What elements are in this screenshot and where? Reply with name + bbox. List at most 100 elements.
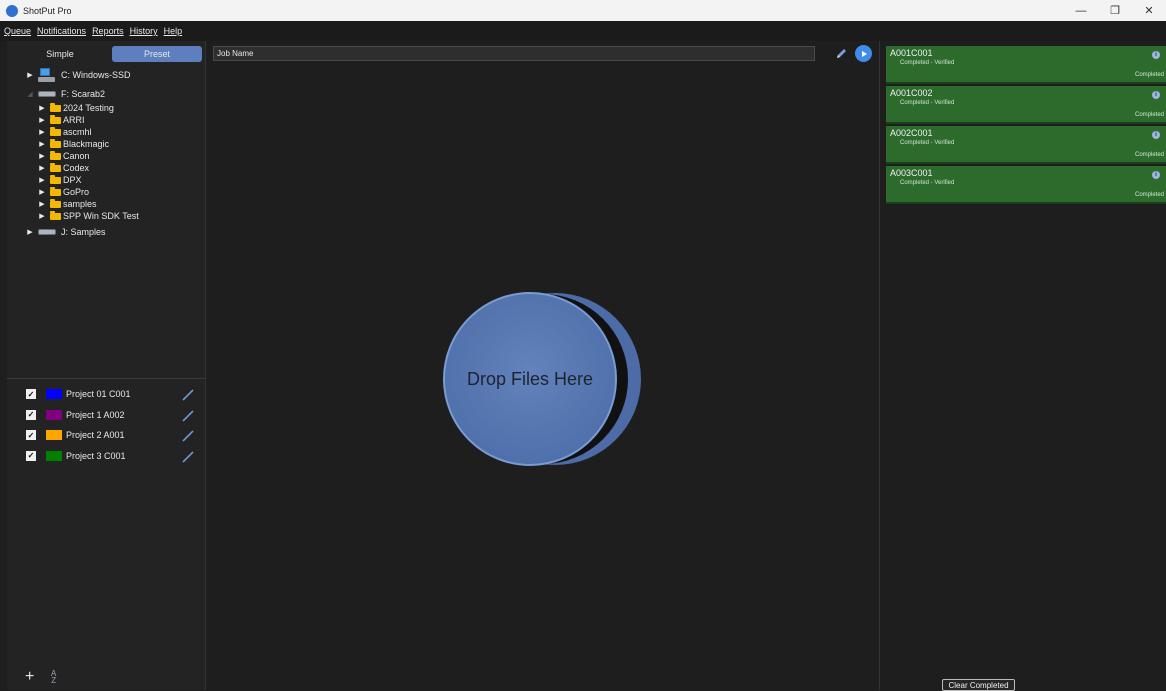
folder-icon	[50, 126, 61, 136]
caret-right-icon[interactable]: ▶	[38, 200, 46, 208]
tree-folder-blackmagic[interactable]: ▶ Blackmagic	[7, 138, 206, 150]
restore-button[interactable]: ❐	[1098, 0, 1132, 21]
project-color-swatch	[46, 389, 62, 400]
caret-right-icon[interactable]: ▶	[38, 188, 46, 196]
project-checkbox[interactable]: ✓	[26, 450, 36, 461]
queue-item-status: Completed - Verified	[900, 100, 955, 106]
tree-item-label: SPP Win SDK Test	[63, 211, 139, 221]
caret-right-icon[interactable]: ▶	[26, 71, 34, 79]
tree-item-label: samples	[63, 199, 97, 209]
caret-right-icon[interactable]: ▶	[38, 140, 46, 148]
edit-pencil-icon[interactable]	[182, 389, 194, 401]
tree-folder-canon[interactable]: ▶ Canon	[7, 150, 206, 162]
folder-icon	[50, 150, 61, 160]
tree-folder-2024-testing[interactable]: ▶ 2024 Testing	[7, 102, 206, 114]
queue-item[interactable]: A001C001 Completed - Verified i Complete…	[886, 46, 1166, 84]
tree-item-c-drive[interactable]: ▶ C: Windows-SSD	[7, 67, 206, 83]
drop-files-circle[interactable]: Drop Files Here	[443, 292, 617, 466]
folder-icon	[50, 210, 61, 220]
project-label: Project 3 C001	[66, 450, 126, 461]
tree-folder-dpx[interactable]: ▶ DPX	[7, 174, 206, 186]
queue-item-name: A003C001	[890, 168, 933, 178]
drop-zone[interactable]: Drop Files Here	[443, 292, 643, 467]
caret-right-icon[interactable]: ▶	[38, 212, 46, 220]
queue-item-status: Completed - Verified	[900, 60, 955, 66]
project-row[interactable]: ✓ Project 3 C001	[7, 446, 206, 467]
project-color-swatch	[46, 409, 62, 420]
project-row[interactable]: ✓ Project 2 A001	[7, 425, 206, 446]
info-icon[interactable]: i	[1152, 131, 1160, 139]
add-project-icon[interactable]: +	[25, 668, 39, 686]
menu-help[interactable]: Help	[164, 26, 183, 36]
drop-area-panel: Job Name Drop Files Here	[207, 41, 880, 690]
tree-folder-ascmhl[interactable]: ▶ ascmhl	[7, 126, 206, 138]
tree-folder-spp-win-sdk-test[interactable]: ▶ SPP Win SDK Test	[7, 210, 206, 222]
edit-pencil-icon[interactable]	[182, 430, 194, 442]
left-footer: + AZ	[25, 668, 56, 686]
folder-icon	[50, 174, 61, 184]
file-tree: ▶ C: Windows-SSD ◢ F: Scarab2 ▶ 2024 Tes…	[7, 67, 206, 240]
queue-item[interactable]: A001C002 Completed - Verified i Complete…	[886, 86, 1166, 124]
tree-item-f-drive[interactable]: ◢ F: Scarab2	[7, 86, 206, 102]
caret-right-icon[interactable]: ▶	[38, 128, 46, 136]
minimize-button[interactable]: —	[1064, 0, 1098, 21]
info-icon[interactable]: i	[1152, 51, 1160, 59]
preset-mode-button[interactable]: Preset	[112, 46, 202, 62]
project-row[interactable]: ✓ Project 1 A002	[7, 405, 206, 426]
hard-drive-icon	[38, 229, 56, 235]
caret-down-icon[interactable]: ◢	[26, 90, 34, 98]
menu-bar: Queue Notifications Reports History Help	[0, 21, 1166, 41]
hard-drive-icon	[38, 91, 56, 97]
menu-reports[interactable]: Reports	[92, 26, 124, 36]
caret-right-icon[interactable]: ▶	[38, 104, 46, 112]
info-icon[interactable]: i	[1152, 171, 1160, 179]
caret-right-icon[interactable]: ▶	[38, 176, 46, 184]
tree-folder-codex[interactable]: ▶ Codex	[7, 162, 206, 174]
folder-icon	[50, 198, 61, 208]
project-checkbox[interactable]: ✓	[26, 409, 36, 420]
tree-item-label: F: Scarab2	[61, 89, 106, 99]
menu-notifications[interactable]: Notifications	[37, 26, 86, 36]
caret-right-icon[interactable]: ▶	[26, 228, 34, 236]
caret-right-icon[interactable]: ▶	[38, 164, 46, 172]
tree-item-j-drive[interactable]: ▶ J: Samples	[7, 224, 206, 240]
tree-item-label: ARRI	[63, 115, 85, 125]
tree-item-label: Canon	[63, 151, 90, 161]
tree-folder-arri[interactable]: ▶ ARRI	[7, 114, 206, 126]
simple-mode-button[interactable]: Simple	[15, 46, 105, 62]
info-icon[interactable]: i	[1152, 91, 1160, 99]
menu-queue[interactable]: Queue	[4, 26, 31, 36]
start-button[interactable]	[855, 45, 872, 62]
menu-history[interactable]: History	[130, 26, 158, 36]
project-checkbox[interactable]: ✓	[26, 389, 36, 400]
window-title: ShotPut Pro	[23, 5, 72, 16]
project-row[interactable]: ✓ Project 01 C001	[7, 384, 206, 405]
computer-icon	[38, 68, 56, 82]
tree-item-label: Blackmagic	[63, 139, 110, 149]
caret-right-icon[interactable]: ▶	[38, 152, 46, 160]
project-list: ✓ Project 01 C001 ✓ Project 1 A002 ✓ Pro…	[7, 378, 206, 466]
folder-icon	[50, 186, 61, 196]
job-name-input[interactable]: Job Name	[213, 46, 815, 61]
project-checkbox[interactable]: ✓	[26, 430, 36, 441]
tree-item-label: C: Windows-SSD	[61, 70, 131, 80]
folder-icon	[50, 102, 61, 112]
close-button[interactable]: ✕	[1132, 0, 1166, 21]
tree-folder-gopro[interactable]: ▶ GoPro	[7, 186, 206, 198]
sort-az-icon[interactable]: AZ	[51, 670, 56, 685]
queue-item-state: Completed	[1134, 152, 1164, 158]
queue-item-name: A001C002	[890, 88, 933, 98]
source-panel: Simple Preset ▶ C: Windows-SSD ◢ F: Scar…	[7, 41, 206, 690]
queue-item-name: A001C001	[890, 48, 933, 58]
caret-right-icon[interactable]: ▶	[38, 116, 46, 124]
edit-pen-icon[interactable]	[835, 47, 848, 60]
edit-pencil-icon[interactable]	[182, 450, 194, 463]
tree-folder-samples[interactable]: ▶ samples	[7, 198, 206, 210]
folder-icon	[50, 162, 61, 172]
queue-item-state: Completed	[1134, 72, 1164, 78]
clear-completed-button[interactable]: Clear Completed	[942, 679, 1015, 691]
queue-item[interactable]: A002C001 Completed - Verified i Complete…	[886, 126, 1166, 164]
queue-item[interactable]: A003C001 Completed - Verified i Complete…	[886, 166, 1166, 204]
folder-icon	[50, 138, 61, 148]
edit-pencil-icon[interactable]	[182, 409, 194, 422]
